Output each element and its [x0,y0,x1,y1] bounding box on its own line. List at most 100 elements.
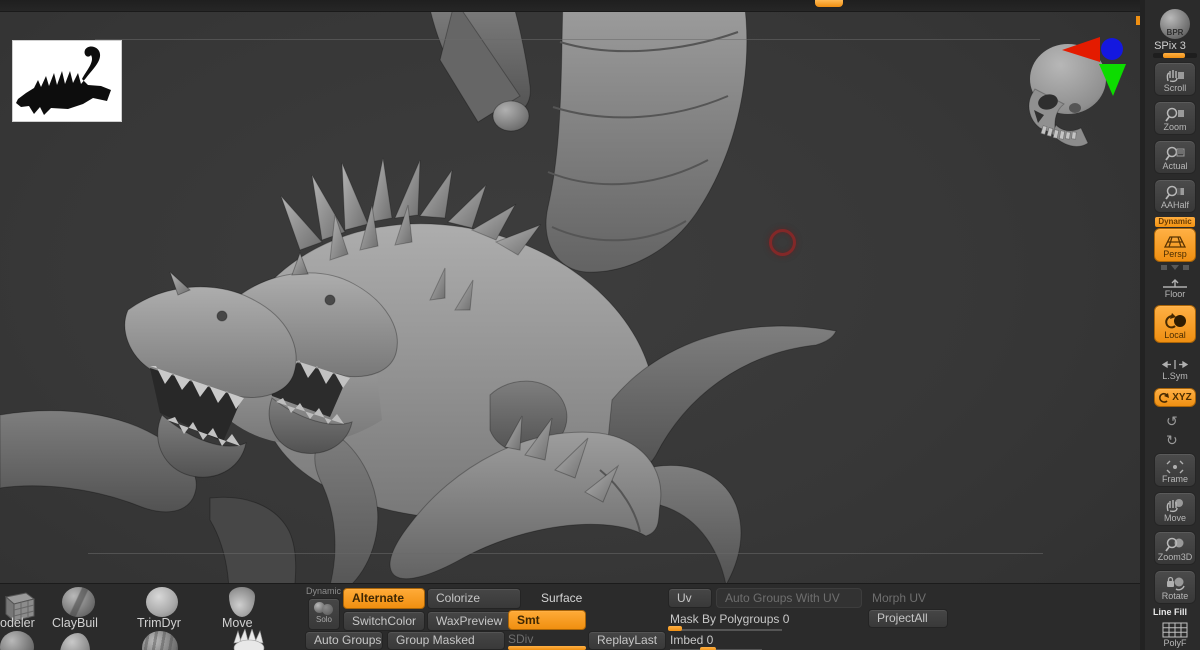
lock-rotate-icon [1165,576,1185,591]
brush-thumb-row2-creature[interactable] [228,629,272,650]
brush-thumb-row2-b[interactable] [60,633,90,650]
surface-label: Surface [541,591,582,605]
magnifier-icon [1165,107,1185,122]
auto-groups-button[interactable]: Auto Groups [305,631,383,650]
xyz-label: XYZ [1172,392,1191,403]
uv-button[interactable]: Uv [668,588,712,608]
projectall-button[interactable]: ProjectAll [868,609,948,628]
morph-uv-button[interactable]: Morph UV [872,591,926,605]
rotate-y-icon[interactable]: ↺ [1166,413,1178,430]
brush-thumb-row2-a[interactable] [0,631,34,650]
lsym-arrows-icon [1162,358,1188,371]
actual-button[interactable]: Actual [1154,140,1196,174]
alternate-button[interactable]: Alternate [343,588,425,609]
waxpreview-button[interactable]: WaxPreview [427,611,521,631]
scroll-label: Scroll [1164,83,1187,93]
right-shelf: BPR SPix 3 Scroll Zoom Actual AAHalf Dyn… [1140,0,1200,650]
polyframe-grid-icon [1162,622,1188,638]
local-button[interactable]: Local [1154,305,1196,343]
sculpt-viewport-canvas[interactable] [0,0,1140,650]
axis-y-green-icon[interactable] [1099,64,1126,96]
magnifier-half-icon [1165,185,1185,200]
imbed-slider-label: Imbed 0 [670,633,713,647]
brush-thumb-move[interactable] [229,587,255,617]
group-masked-button[interactable]: Group Masked [387,631,505,650]
brush-label-move: Move [222,616,253,630]
zoom-label: Zoom [1163,122,1186,132]
dynamic-label: Dynamic [306,586,341,596]
lsym-button[interactable]: L.Sym [1154,349,1196,383]
hand-icon [1165,68,1185,83]
brush-label-zmodeler: odeler [0,616,35,630]
mini-gizmo-icons [1161,265,1189,271]
magnifier-actual-icon [1165,146,1185,161]
spix-slider-fill [1163,53,1185,58]
local-pivot-icon [1163,313,1187,330]
tray-divider-handle[interactable] [815,0,843,7]
frame-button[interactable]: Frame [1154,453,1196,487]
move-nav-button[interactable]: Move [1154,492,1196,526]
canvas-bottom-border [88,553,1043,554]
aahalf-button[interactable]: AAHalf [1154,179,1196,213]
hand-sphere-icon [1165,498,1185,513]
spix-slider[interactable] [1153,53,1197,58]
xyz-button[interactable]: XYZ [1154,388,1196,407]
rotate-z-icon[interactable]: ↻ [1166,432,1178,449]
brush-thumb-claybuildup[interactable] [62,587,95,617]
persp-grid-icon [1164,235,1186,249]
mask-by-polygroups-slider-handle[interactable] [668,626,682,631]
mask-by-polygroups-slider[interactable] [670,629,782,631]
scorpion-silhouette-icon [13,41,121,121]
sdiv-slider-label: SDiv [508,632,533,646]
persp-button[interactable]: Persp [1154,228,1196,262]
zoom-button[interactable]: Zoom [1154,101,1196,135]
brush-cursor [769,229,796,256]
top-tray-strip [0,0,1140,12]
sdiv-slider-fill[interactable] [508,646,586,650]
axis-x-red-icon[interactable] [1062,37,1100,62]
zoom3d-label: Zoom3D [1158,552,1193,562]
mask-by-polygroups-slider-label: Mask By Polygroups 0 [670,612,789,626]
polyf-label: PolyF [1163,638,1186,648]
axis-gizmo[interactable] [1058,34,1130,98]
solo-button[interactable]: Solo [308,598,340,630]
zoom3d-button[interactable]: Zoom3D [1154,531,1196,565]
canvas-top-border [95,39,1040,40]
auto-groups-with-uv-button[interactable]: Auto Groups With UV [716,588,862,608]
persp-label: Persp [1163,249,1187,259]
rotate-nav-label: Rotate [1162,591,1189,601]
brush-thumb-trimdynamic[interactable] [146,587,178,617]
frame-icon [1166,460,1184,474]
lsym-label: L.Sym [1162,371,1188,381]
solo-spheres-icon [309,599,339,615]
frame-label: Frame [1162,474,1188,484]
smt-button[interactable]: Smt [508,610,586,630]
zbrush-window: BPR SPix 3 Scroll Zoom Actual AAHalf Dyn… [0,0,1200,650]
spix-label: SPix 3 [1140,40,1200,52]
aahalf-label: AAHalf [1161,200,1189,210]
floor-icon [1162,277,1188,289]
replaylast-button[interactable]: ReplayLast [588,631,666,650]
solo-label: Solo [309,615,339,625]
dynamic-persp-label: Dynamic [1155,217,1195,227]
brush-label-trimdynamic: TrimDyr [137,616,181,630]
line-fill-label: Line Fill [1140,607,1200,617]
rotate-nav-button[interactable]: Rotate [1154,570,1196,604]
bottom-shelf: minibrickscom odeler ClayBuil TrimDyr Mo… [0,583,1140,650]
magnifier-sphere-icon [1165,537,1185,552]
brush-label-claybuildup: ClayBuil [52,616,98,630]
polyf-button[interactable]: PolyF [1154,618,1196,650]
rotate-xyz-icon [1158,392,1170,404]
bpr-label: BPR [1167,28,1184,37]
actual-label: Actual [1162,161,1187,171]
move-nav-label: Move [1164,513,1186,523]
colorize-button[interactable]: Colorize [427,588,521,609]
bpr-button[interactable]: BPR [1154,3,1196,39]
scorpion-logo [12,40,122,122]
scroll-button[interactable]: Scroll [1154,62,1196,96]
floor-button[interactable]: Floor [1154,274,1196,301]
floor-label: Floor [1165,289,1186,299]
brush-thumb-row2-c[interactable] [142,631,178,650]
switchcolor-button[interactable]: SwitchColor [343,611,425,631]
axis-z-blue-icon[interactable] [1101,38,1123,60]
